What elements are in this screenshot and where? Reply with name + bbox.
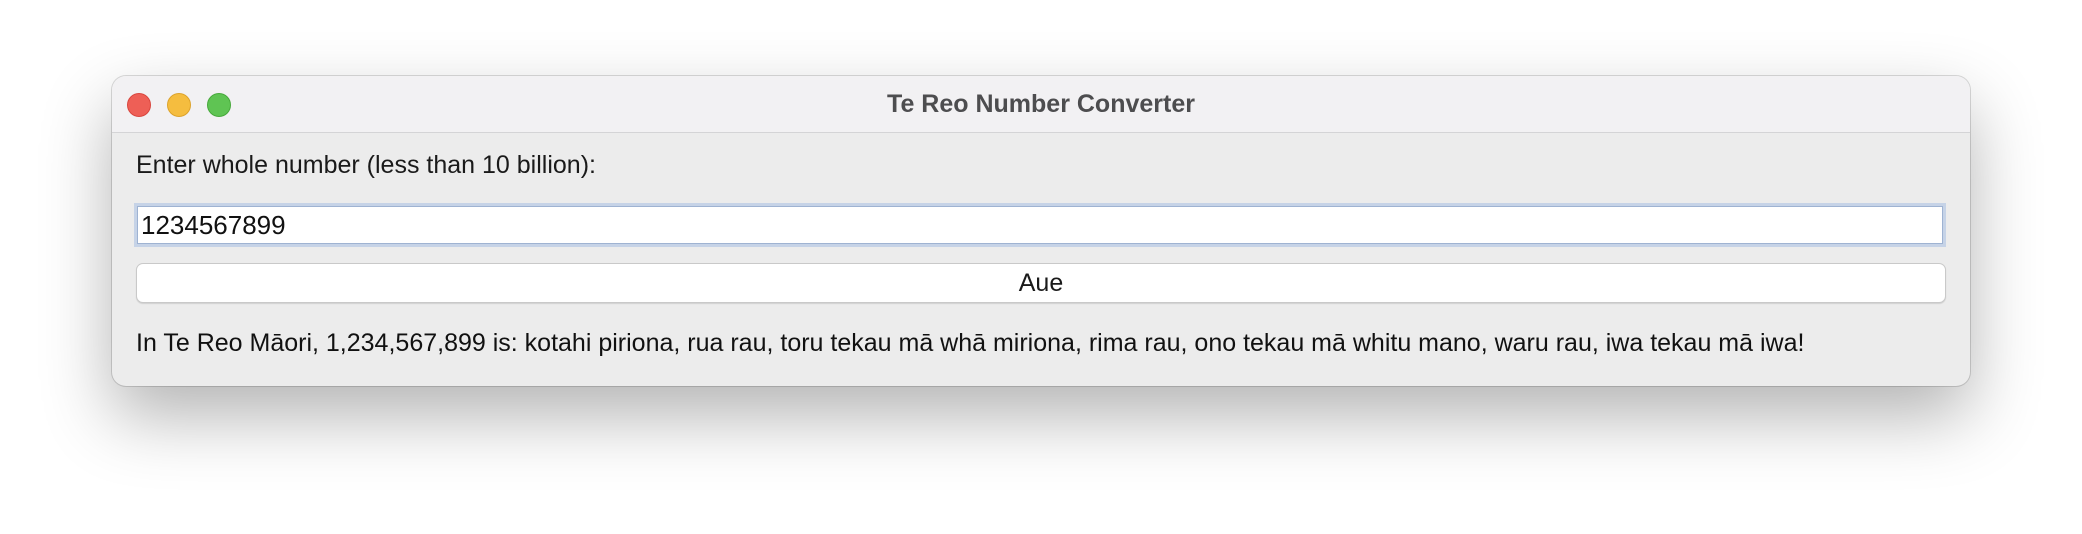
convert-button[interactable]: Aue [136, 263, 1946, 303]
result-text: In Te Reo Māori, 1,234,567,899 is: kotah… [136, 329, 1805, 357]
number-input[interactable] [134, 203, 1946, 247]
app-window: Te Reo Number Converter Enter whole numb… [112, 76, 1970, 386]
main-content: Enter whole number (less than 10 billion… [112, 133, 1970, 386]
title-bar[interactable]: Te Reo Number Converter [112, 76, 1970, 133]
window-title: Te Reo Number Converter [887, 90, 1195, 118]
number-prompt-label: Enter whole number (less than 10 billion… [136, 151, 596, 179]
